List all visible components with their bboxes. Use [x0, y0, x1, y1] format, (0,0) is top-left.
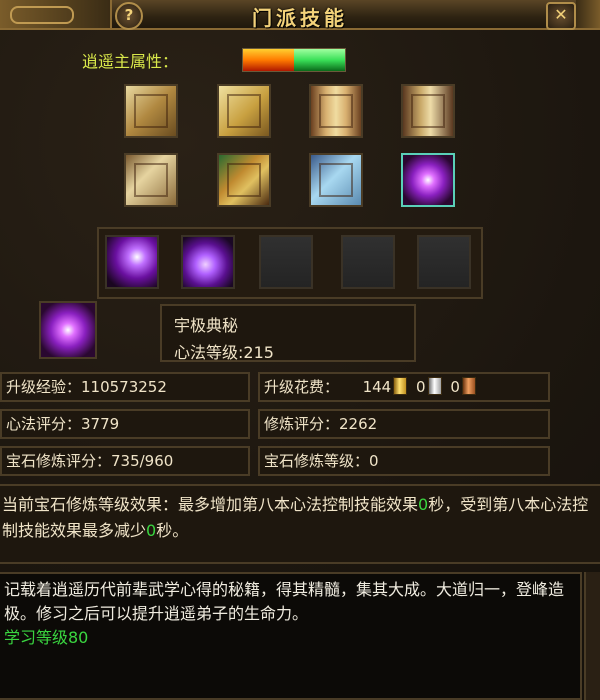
skill-description: 记载着逍遥历代前辈武学心得的秘籍，得其精髓，集其大成。大道归一，登峰造极。修习之… — [0, 572, 582, 700]
close-button[interactable]: ✕ — [546, 2, 576, 30]
training-score: 修炼评分：2262 — [258, 409, 550, 439]
empty-skill-slot[interactable] — [259, 235, 313, 289]
empty-skill-slot[interactable] — [417, 235, 471, 289]
main-attribute-indicator — [242, 48, 346, 72]
purple-figure-skill-icon[interactable] — [105, 235, 159, 289]
skill-level: 心法等级:215 — [174, 343, 274, 362]
purple-spiral-skill-icon[interactable] — [181, 235, 235, 289]
learn-level-requirement: 学习等级80 — [4, 628, 89, 647]
golden-book-icon[interactable] — [217, 84, 271, 138]
sect-skill-window: ? 门派技能 ✕ 逍遥主属性： 宇极典秘 心法等级:215 升级经验：11057… — [0, 0, 600, 700]
gem-effect-text: 当前宝石修炼等级效果：最多增加第八本心法控制技能效果0秒，受到第八本心法控制技能… — [0, 484, 600, 564]
effect-text-1: 当前宝石修炼等级效果：最多增加第八本心法控制技能效果 — [2, 495, 419, 514]
xinfa-score: 心法评分：3779 — [0, 409, 250, 439]
gem-training-level: 宝石修炼等级：0 — [258, 446, 550, 476]
title-bar[interactable]: ? 门派技能 ✕ — [0, 0, 600, 30]
current-skill-icon[interactable] — [39, 301, 97, 359]
title-ornament-right — [576, 0, 600, 28]
cost-silver-value: 0 — [416, 378, 426, 396]
upgrade-cost-label: 升级花费： — [264, 378, 340, 396]
description-text: 记载着逍遥历代前辈武学心得的秘籍，得其精髓，集其大成。大道归一，登峰造极。修习之… — [4, 580, 565, 623]
skill-slot-bar — [97, 227, 483, 299]
fire-attribute-icon — [243, 49, 294, 71]
purple-vortex-icon[interactable] — [401, 153, 455, 207]
wood-attribute-icon — [294, 49, 345, 71]
effect-value-2: 0 — [146, 521, 157, 540]
gem-training-score: 宝石修炼评分：735/960 — [0, 446, 250, 476]
cost-gold-value: 144 — [362, 378, 392, 396]
upgrade-cost: 升级花费： 144 0 0 — [258, 372, 550, 402]
open-scroll-icon[interactable] — [401, 84, 455, 138]
bamboo-scroll-icon[interactable] — [309, 84, 363, 138]
blue-scroll-icon[interactable] — [309, 153, 363, 207]
silver-coin-icon — [427, 377, 442, 395]
effect-text-3: 秒。 — [156, 521, 189, 540]
description-scrollbar[interactable] — [584, 572, 600, 700]
treasure-box-icon[interactable] — [217, 153, 271, 207]
upgrade-exp: 升级经验：110573252 — [0, 372, 250, 402]
empty-skill-slot[interactable] — [341, 235, 395, 289]
window-title: 门派技能 — [252, 6, 348, 30]
cost-copper-value: 0 — [450, 378, 460, 396]
gold-coin-icon — [393, 377, 408, 395]
painting-scroll-icon[interactable] — [124, 153, 178, 207]
main-attribute-label: 逍遥主属性： — [82, 52, 179, 71]
copper-coin-icon — [461, 377, 476, 395]
skill-name: 宇极典秘 — [174, 316, 239, 335]
bundled-books-icon[interactable] — [124, 84, 178, 138]
skill-info-box: 宇极典秘 心法等级:215 — [160, 304, 416, 362]
effect-value-1: 0 — [418, 495, 429, 514]
